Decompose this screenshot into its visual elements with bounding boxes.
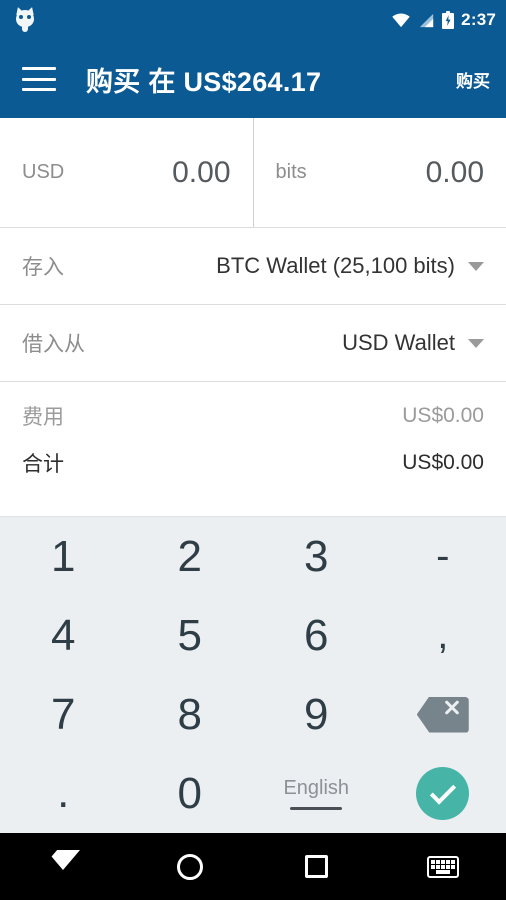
nav-back-button[interactable] [0, 848, 127, 884]
buy-action-button[interactable]: 购买 [446, 67, 490, 92]
borrow-from-row[interactable]: 借入从 USD Wallet [0, 305, 506, 382]
nav-recents-button[interactable] [253, 855, 380, 878]
status-bar-clock: 2:37 [461, 10, 496, 29]
crypto-currency-label: bits [275, 161, 307, 183]
back-triangle-icon [34, 848, 81, 884]
deposit-to-row[interactable]: 存入 BTC Wallet (25,100 bits) [0, 228, 506, 305]
nav-keyboard-button[interactable] [380, 855, 506, 878]
crypto-amount-value: 0.00 [425, 155, 484, 189]
key-8[interactable]: 8 [127, 675, 254, 754]
key-1[interactable]: 1 [0, 517, 127, 596]
key-2[interactable]: 2 [127, 517, 254, 596]
fiat-amount-value: 0.00 [172, 155, 231, 189]
space-bar-indicator [290, 807, 343, 810]
hamburger-menu-icon[interactable] [22, 67, 56, 91]
fee-row: 费用 US$0.00 [0, 392, 506, 439]
key-0[interactable]: 0 [127, 754, 254, 833]
status-bar-left [14, 5, 36, 33]
key-space-language[interactable]: English [253, 754, 380, 833]
key-minus[interactable]: - [380, 517, 506, 596]
cellular-signal-icon [420, 13, 434, 27]
fiat-currency-label: USD [22, 161, 65, 183]
fiat-amount-field[interactable]: USD 0.00 [0, 118, 254, 227]
key-backspace[interactable] [380, 675, 506, 754]
key-comma[interactable]: , [380, 596, 506, 675]
total-label: 合计 [22, 452, 64, 476]
home-circle-icon [176, 853, 203, 880]
keyboard-icon [426, 855, 459, 878]
status-bar-right: 2:37 [391, 10, 496, 30]
app-bar: 购买 在 US$264.17 购买 [0, 40, 506, 118]
amount-entry-row: USD 0.00 bits 0.00 [0, 118, 506, 228]
phone-screen: 2:37 购买 在 US$264.17 购买 USD 0.00 bits 0.0… [0, 0, 506, 900]
summary-block: 费用 US$0.00 合计 US$0.00 [0, 382, 506, 486]
chevron-down-icon [468, 261, 484, 271]
key-6[interactable]: 6 [253, 596, 380, 675]
key-confirm[interactable] [380, 754, 506, 833]
total-value: US$0.00 [402, 450, 484, 474]
borrow-from-label: 借入从 [22, 333, 85, 356]
nav-home-button[interactable] [127, 853, 254, 880]
deposit-to-select[interactable]: BTC Wallet (25,100 bits) [216, 253, 484, 279]
total-row: 合计 US$0.00 [0, 439, 506, 486]
android-navigation-bar [0, 833, 506, 900]
owl-icon [14, 5, 36, 33]
key-period[interactable]: . [0, 754, 127, 833]
status-bar: 2:37 [0, 0, 506, 40]
deposit-to-value: BTC Wallet (25,100 bits) [216, 253, 455, 278]
battery-charging-icon [442, 11, 455, 29]
keyboard-language-label: English [283, 777, 350, 799]
fee-value: US$0.00 [402, 403, 484, 427]
key-7[interactable]: 7 [0, 675, 127, 754]
key-3[interactable]: 3 [253, 517, 380, 596]
chevron-down-icon [468, 338, 484, 348]
borrow-from-value: USD Wallet [342, 330, 455, 355]
key-9[interactable]: 9 [253, 675, 380, 754]
key-5[interactable]: 5 [127, 596, 254, 675]
wifi-icon [392, 12, 410, 27]
crypto-amount-field[interactable]: bits 0.00 [254, 118, 506, 227]
check-icon [416, 767, 470, 820]
fee-label: 费用 [22, 405, 64, 429]
deposit-to-label: 存入 [22, 256, 64, 279]
key-4[interactable]: 4 [0, 596, 127, 675]
borrow-from-select[interactable]: USD Wallet [342, 330, 484, 356]
page-title: 购买 在 US$264.17 [86, 66, 322, 97]
backspace-icon [416, 696, 469, 733]
recents-square-icon [304, 855, 328, 878]
numeric-keypad: 1 2 3 - 4 5 6 , 7 8 9 . 0 English [0, 516, 506, 833]
